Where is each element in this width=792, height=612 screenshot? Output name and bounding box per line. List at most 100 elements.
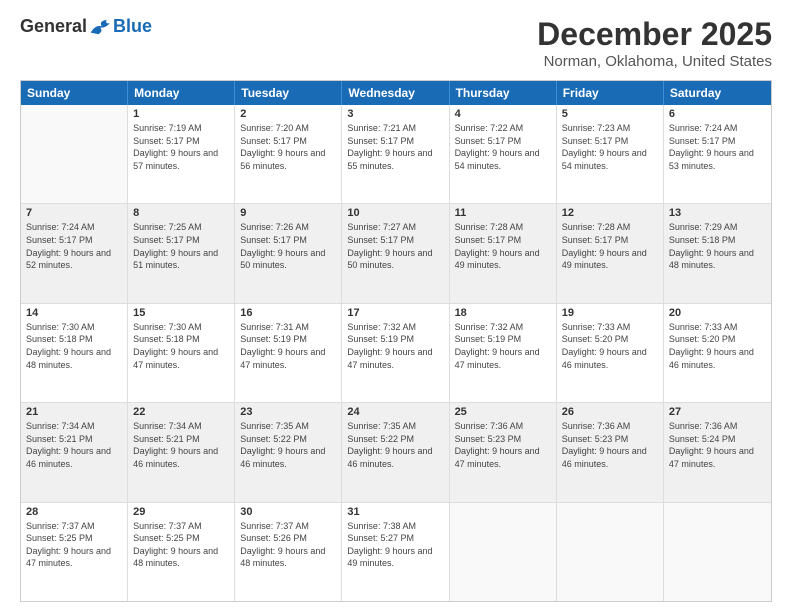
calendar-cell bbox=[557, 503, 664, 601]
calendar-cell: 10 Sunrise: 7:27 AMSunset: 5:17 PMDayligh… bbox=[342, 204, 449, 302]
day-number: 4 bbox=[455, 108, 551, 120]
cell-info: Sunrise: 7:28 AMSunset: 5:17 PMDaylight:… bbox=[455, 221, 551, 271]
day-number: 6 bbox=[669, 108, 766, 120]
cell-info: Sunrise: 7:36 AMSunset: 5:23 PMDaylight:… bbox=[455, 420, 551, 470]
calendar-cell: 22 Sunrise: 7:34 AMSunset: 5:21 PMDayligh… bbox=[128, 403, 235, 501]
calendar-cell: 6 Sunrise: 7:24 AMSunset: 5:17 PMDaylight… bbox=[664, 105, 771, 203]
cell-info: Sunrise: 7:34 AMSunset: 5:21 PMDaylight:… bbox=[133, 420, 229, 470]
calendar-row-1: 7 Sunrise: 7:24 AMSunset: 5:17 PMDaylight… bbox=[21, 204, 771, 303]
cell-info: Sunrise: 7:35 AMSunset: 5:22 PMDaylight:… bbox=[347, 420, 443, 470]
day-number: 15 bbox=[133, 307, 229, 319]
calendar-cell: 5 Sunrise: 7:23 AMSunset: 5:17 PMDaylight… bbox=[557, 105, 664, 203]
header-day-sunday: Sunday bbox=[21, 81, 128, 105]
calendar-cell: 25 Sunrise: 7:36 AMSunset: 5:23 PMDayligh… bbox=[450, 403, 557, 501]
day-number: 2 bbox=[240, 108, 336, 120]
calendar-cell: 8Sunrise: 7:25 AMSunset: 5:17 PMDaylight… bbox=[128, 204, 235, 302]
day-number: 10 bbox=[347, 207, 443, 219]
calendar-cell: 9 Sunrise: 7:26 AMSunset: 5:17 PMDaylight… bbox=[235, 204, 342, 302]
day-number: 13 bbox=[669, 207, 766, 219]
calendar-cell bbox=[664, 503, 771, 601]
cell-info: Sunrise: 7:22 AMSunset: 5:17 PMDaylight:… bbox=[455, 122, 551, 172]
calendar-body: 1 Sunrise: 7:19 AMSunset: 5:17 PMDaylight… bbox=[21, 105, 771, 601]
calendar-cell: 12 Sunrise: 7:28 AMSunset: 5:17 PMDayligh… bbox=[557, 204, 664, 302]
cell-info: Sunrise: 7:24 AMSunset: 5:17 PMDaylight:… bbox=[669, 122, 766, 172]
cell-info: Sunrise: 7:32 AMSunset: 5:19 PMDaylight:… bbox=[455, 321, 551, 371]
calendar-cell: 29Sunrise: 7:37 AMSunset: 5:25 PMDayligh… bbox=[128, 503, 235, 601]
header-day-tuesday: Tuesday bbox=[235, 81, 342, 105]
day-number: 16 bbox=[240, 307, 336, 319]
calendar-cell: 31Sunrise: 7:38 AMSunset: 5:27 PMDayligh… bbox=[342, 503, 449, 601]
title-section: December 2025 Norman, Oklahoma, United S… bbox=[537, 16, 772, 70]
calendar-header: SundayMondayTuesdayWednesdayThursdayFrid… bbox=[21, 81, 771, 105]
day-number: 5 bbox=[562, 108, 658, 120]
calendar-cell bbox=[450, 503, 557, 601]
cell-info: Sunrise: 7:27 AMSunset: 5:17 PMDaylight:… bbox=[347, 221, 443, 271]
cell-info: Sunrise: 7:37 AMSunset: 5:25 PMDaylight:… bbox=[133, 520, 229, 570]
day-number: 3 bbox=[347, 108, 443, 120]
calendar-cell: 1 Sunrise: 7:19 AMSunset: 5:17 PMDaylight… bbox=[128, 105, 235, 203]
calendar-cell: 18 Sunrise: 7:32 AMSunset: 5:19 PMDayligh… bbox=[450, 304, 557, 402]
calendar-cell: 26 Sunrise: 7:36 AMSunset: 5:23 PMDayligh… bbox=[557, 403, 664, 501]
calendar-cell: 17 Sunrise: 7:32 AMSunset: 5:19 PMDayligh… bbox=[342, 304, 449, 402]
calendar-cell: 15 Sunrise: 7:30 AMSunset: 5:18 PMDayligh… bbox=[128, 304, 235, 402]
day-number: 11 bbox=[455, 207, 551, 219]
cell-info: Sunrise: 7:38 AMSunset: 5:27 PMDaylight:… bbox=[347, 520, 443, 570]
day-number: 28 bbox=[26, 506, 122, 518]
cell-info: Sunrise: 7:32 AMSunset: 5:19 PMDaylight:… bbox=[347, 321, 443, 371]
cell-info: Sunrise: 7:30 AMSunset: 5:18 PMDaylight:… bbox=[133, 321, 229, 371]
cell-info: Sunrise: 7:31 AMSunset: 5:19 PMDaylight:… bbox=[240, 321, 336, 371]
logo: General Blue bbox=[20, 16, 152, 37]
day-number: 1 bbox=[133, 108, 229, 120]
day-number: 14 bbox=[26, 307, 122, 319]
calendar-cell: 24Sunrise: 7:35 AMSunset: 5:22 PMDayligh… bbox=[342, 403, 449, 501]
day-number: 19 bbox=[562, 307, 658, 319]
calendar-cell: 11 Sunrise: 7:28 AMSunset: 5:17 PMDayligh… bbox=[450, 204, 557, 302]
header-day-saturday: Saturday bbox=[664, 81, 771, 105]
day-number: 7 bbox=[26, 207, 122, 219]
day-number: 30 bbox=[240, 506, 336, 518]
cell-info: Sunrise: 7:21 AMSunset: 5:17 PMDaylight:… bbox=[347, 122, 443, 172]
day-number: 25 bbox=[455, 406, 551, 418]
calendar: SundayMondayTuesdayWednesdayThursdayFrid… bbox=[20, 80, 772, 602]
page: General Blue December 2025 Norman, Oklah… bbox=[0, 0, 792, 612]
cell-info: Sunrise: 7:37 AMSunset: 5:25 PMDaylight:… bbox=[26, 520, 122, 570]
cell-info: Sunrise: 7:28 AMSunset: 5:17 PMDaylight:… bbox=[562, 221, 658, 271]
logo-blue-text: Blue bbox=[113, 16, 152, 37]
calendar-cell: 14Sunrise: 7:30 AMSunset: 5:18 PMDayligh… bbox=[21, 304, 128, 402]
calendar-cell: 28 Sunrise: 7:37 AMSunset: 5:25 PMDayligh… bbox=[21, 503, 128, 601]
day-number: 17 bbox=[347, 307, 443, 319]
cell-info: Sunrise: 7:24 AMSunset: 5:17 PMDaylight:… bbox=[26, 221, 122, 271]
day-number: 26 bbox=[562, 406, 658, 418]
day-number: 9 bbox=[240, 207, 336, 219]
calendar-cell: 7 Sunrise: 7:24 AMSunset: 5:17 PMDaylight… bbox=[21, 204, 128, 302]
day-number: 27 bbox=[669, 406, 766, 418]
calendar-cell: 2 Sunrise: 7:20 AMSunset: 5:17 PMDaylight… bbox=[235, 105, 342, 203]
cell-info: Sunrise: 7:37 AMSunset: 5:26 PMDaylight:… bbox=[240, 520, 336, 570]
calendar-cell: 21Sunrise: 7:34 AMSunset: 5:21 PMDayligh… bbox=[21, 403, 128, 501]
day-number: 18 bbox=[455, 307, 551, 319]
calendar-cell: 30 Sunrise: 7:37 AMSunset: 5:26 PMDayligh… bbox=[235, 503, 342, 601]
day-number: 12 bbox=[562, 207, 658, 219]
cell-info: Sunrise: 7:35 AMSunset: 5:22 PMDaylight:… bbox=[240, 420, 336, 470]
day-number: 21 bbox=[26, 406, 122, 418]
header-day-wednesday: Wednesday bbox=[342, 81, 449, 105]
calendar-cell: 4 Sunrise: 7:22 AMSunset: 5:17 PMDaylight… bbox=[450, 105, 557, 203]
calendar-row-3: 21 Sunrise: 7:34 AMSunset: 5:21 PMDayligh… bbox=[21, 403, 771, 502]
calendar-cell: 16 Sunrise: 7:31 AMSunset: 5:19 PMDayligh… bbox=[235, 304, 342, 402]
calendar-cell: 19Sunrise: 7:33 AMSunset: 5:20 PMDayligh… bbox=[557, 304, 664, 402]
cell-info: Sunrise: 7:20 AMSunset: 5:17 PMDaylight:… bbox=[240, 122, 336, 172]
cell-info: Sunrise: 7:36 AMSunset: 5:23 PMDaylight:… bbox=[562, 420, 658, 470]
cell-info: Sunrise: 7:23 AMSunset: 5:17 PMDaylight:… bbox=[562, 122, 658, 172]
calendar-cell: 20Sunrise: 7:33 AMSunset: 5:20 PMDayligh… bbox=[664, 304, 771, 402]
cell-info: Sunrise: 7:26 AMSunset: 5:17 PMDaylight:… bbox=[240, 221, 336, 271]
header-day-monday: Monday bbox=[128, 81, 235, 105]
day-number: 23 bbox=[240, 406, 336, 418]
location: Norman, Oklahoma, United States bbox=[537, 53, 772, 70]
cell-info: Sunrise: 7:19 AMSunset: 5:17 PMDaylight:… bbox=[133, 122, 229, 172]
calendar-cell: 23 Sunrise: 7:35 AMSunset: 5:22 PMDayligh… bbox=[235, 403, 342, 501]
calendar-cell: 27Sunrise: 7:36 AMSunset: 5:24 PMDayligh… bbox=[664, 403, 771, 501]
logo-bird-icon bbox=[89, 17, 113, 37]
cell-info: Sunrise: 7:25 AMSunset: 5:17 PMDaylight:… bbox=[133, 221, 229, 271]
day-number: 22 bbox=[133, 406, 229, 418]
header-day-friday: Friday bbox=[557, 81, 664, 105]
